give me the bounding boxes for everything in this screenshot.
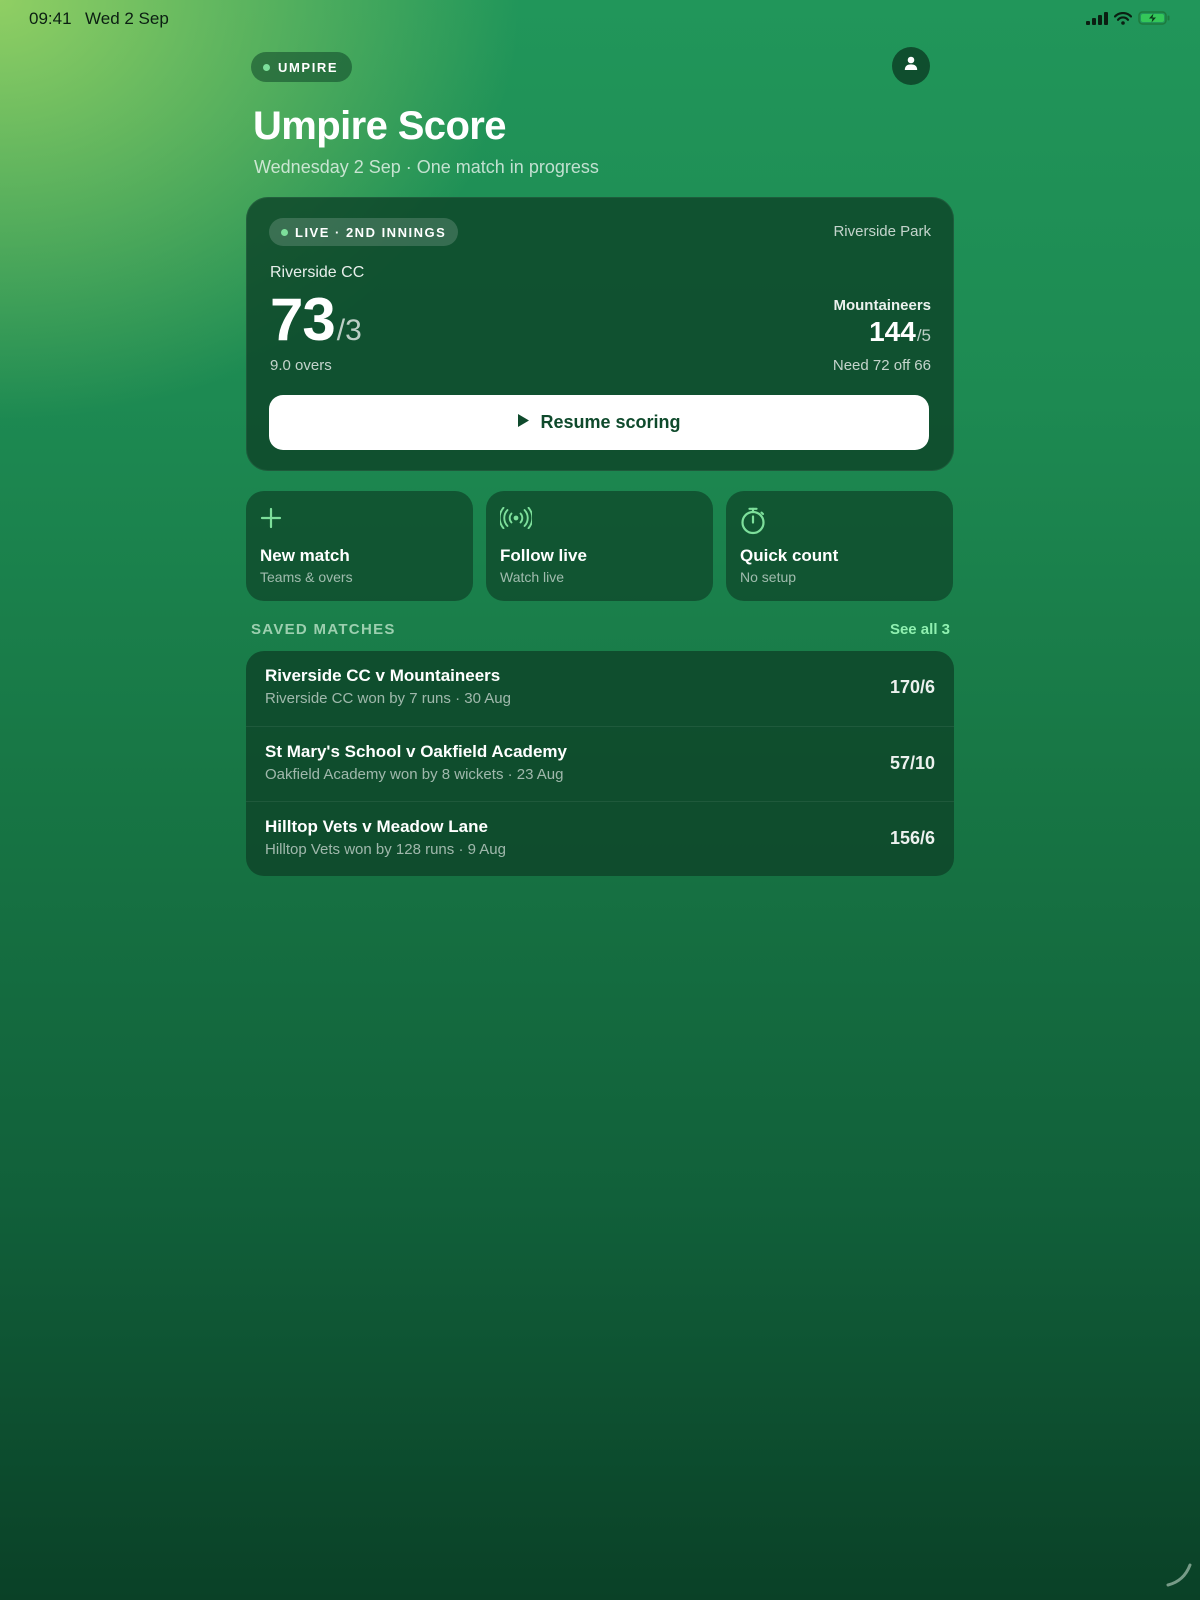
status-date: Wed 2 Sep xyxy=(85,9,169,28)
page-subtitle: Wednesday 2 Sep · One match in progress xyxy=(254,157,599,177)
batting-runs: 73 xyxy=(270,286,336,353)
new-match-button[interactable]: New match Teams & overs xyxy=(246,491,473,601)
saved-match-score: 57/10 xyxy=(889,753,935,773)
follow-live-button[interactable]: Follow live Watch live xyxy=(486,491,713,601)
live-dot-icon xyxy=(281,228,288,236)
status-icons xyxy=(1086,11,1170,25)
quick-count-subtitle: No setup xyxy=(740,569,797,585)
opponent-runs: 144 xyxy=(869,316,916,347)
live-status-badge: LIVE · 2ND INNINGS xyxy=(269,218,459,246)
quick-count-title: Quick count xyxy=(740,546,839,565)
saved-match-score: 170/6 xyxy=(889,677,935,697)
batting-wickets: /3 xyxy=(336,314,362,347)
saved-match-title: St Mary's School v Oakfield Academy xyxy=(265,742,567,761)
opponent-team-name: Mountaineers xyxy=(833,297,931,314)
opponent-wickets: /5 xyxy=(916,326,931,345)
role-badge: UMPIRE xyxy=(251,52,353,82)
overs-count: 9.0 overs xyxy=(270,357,332,374)
saved-match-result: Riverside CC won by 7 runs · 30 Aug xyxy=(265,690,511,707)
opponent-score: 144 /5 xyxy=(869,316,931,348)
plus-icon xyxy=(260,507,282,534)
new-match-title: New match xyxy=(260,546,350,565)
venue-name: Riverside Park xyxy=(833,223,931,240)
batting-team-name: Riverside CC xyxy=(270,264,365,281)
follow-live-title: Follow live xyxy=(500,546,587,565)
role-dot-icon xyxy=(263,63,270,71)
saved-matches-heading: SAVED MATCHES xyxy=(251,621,396,638)
saved-match-title: Riverside CC v Mountaineers xyxy=(265,666,501,685)
live-match-card[interactable]: LIVE · 2ND INNINGS Riverside Park Rivers… xyxy=(246,197,954,471)
saved-match-row[interactable]: St Mary's School v Oakfield Academy Oakf… xyxy=(246,726,954,802)
new-match-subtitle: Teams & overs xyxy=(260,569,353,585)
saved-match-title: Hilltop Vets v Meadow Lane xyxy=(265,817,488,836)
role-label: UMPIRE xyxy=(278,59,339,75)
battery-charging-icon xyxy=(1138,11,1170,25)
resize-corner-icon xyxy=(1164,1559,1194,1594)
status-time: 09:41 xyxy=(29,9,72,28)
batting-score: 73 /3 xyxy=(270,285,362,354)
see-all-link[interactable]: See all 3 xyxy=(890,621,950,638)
wifi-icon xyxy=(1114,11,1132,25)
quick-actions: New match Teams & overs Follow live Watc… xyxy=(246,491,954,601)
resume-scoring-button[interactable]: Resume scoring xyxy=(269,395,929,450)
live-status-label: LIVE · 2ND INNINGS xyxy=(295,224,447,240)
page-title: Umpire Score xyxy=(253,104,507,148)
follow-live-subtitle: Watch live xyxy=(500,569,565,585)
stopwatch-icon xyxy=(740,507,766,540)
target-text: Need 72 off 66 xyxy=(832,357,931,374)
person-icon xyxy=(904,56,918,76)
saved-match-score: 156/6 xyxy=(889,828,935,848)
saved-match-row[interactable]: Riverside CC v Mountaineers Riverside CC… xyxy=(246,651,954,726)
status-bar: 09:41 Wed 2 Sep xyxy=(0,0,1200,38)
quick-count-button[interactable]: Quick count No setup xyxy=(726,491,953,601)
resume-scoring-label: Resume scoring xyxy=(540,412,681,432)
saved-matches-list: Riverside CC v Mountaineers Riverside CC… xyxy=(246,651,954,876)
profile-button[interactable] xyxy=(892,47,930,85)
saved-match-result: Oakfield Academy won by 8 wickets · 23 A… xyxy=(265,766,564,783)
play-icon xyxy=(517,412,530,433)
cellular-signal-icon xyxy=(1086,11,1108,25)
saved-match-row[interactable]: Hilltop Vets v Meadow Lane Hilltop Vets … xyxy=(246,801,954,876)
saved-match-result: Hilltop Vets won by 128 runs · 9 Aug xyxy=(265,841,506,858)
broadcast-icon xyxy=(498,506,534,534)
